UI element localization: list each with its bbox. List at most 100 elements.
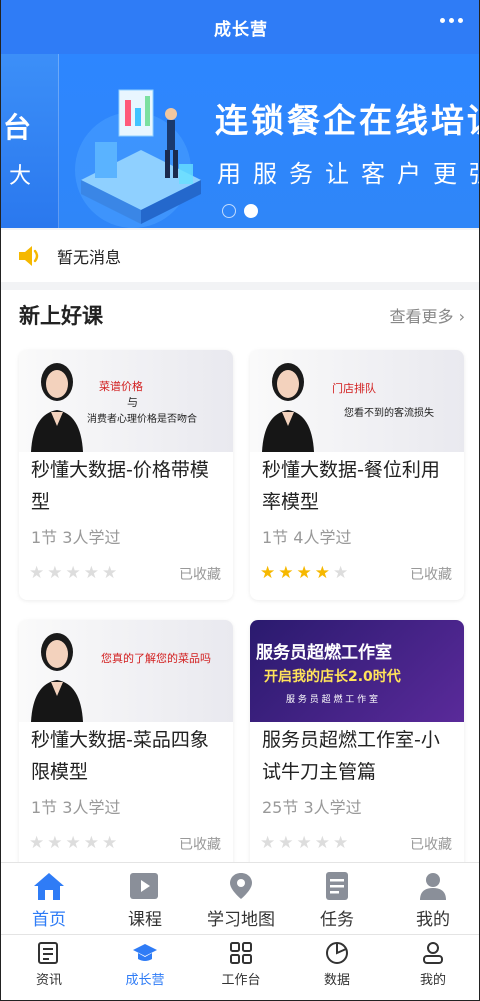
thumbnail-caption: 开启我的店长2.0时代 [264,669,401,685]
tab-label: 我的 [416,910,450,930]
star-icon: ★ [333,833,349,853]
tab-label: 任务 [320,910,354,930]
news-icon [38,942,58,964]
tab-label: 首页 [32,910,66,930]
more-dot-icon [440,18,445,23]
carousel-dot[interactable] [222,204,236,218]
rating-stars: ★ ★ ★ ★ ★ [29,564,117,582]
previous-slide-text: 大 [9,164,32,189]
primary-tab-bar: 首页 课程 学习地图 任务 我的 [1,862,479,934]
favorited-label[interactable]: 已收藏 [410,564,452,584]
course-card[interactable]: 菜谱价格 与 消费者心理价格是否吻合 秒懂大数据-价格带模型 1节 3人学过 ★… [19,350,233,600]
new-courses-section: 新上好课 查看更多 › 菜谱价格 与 消费者心理价格是否吻合 秒懂大数据-价格带… [1,290,479,870]
carousel-dot-active[interactable] [244,204,258,218]
user-icon [420,873,446,900]
thumbnail-caption: 服务员超燃工作室 [256,643,392,663]
tab-label: 我的 [419,973,446,988]
star-icon: ★ [333,563,349,583]
map-pin-icon [230,873,252,899]
course-meta: 1节 3人学过 [31,798,121,817]
banner-subline: 用服务让客户更强 [217,160,480,188]
star-icon: ★ [83,833,99,853]
favorited-label[interactable]: 已收藏 [179,564,221,584]
document-icon [326,872,348,900]
tab-label: 数据 [323,973,350,988]
star-icon: ★ [296,563,312,583]
course-card[interactable]: 服务员超燃工作室 开启我的店长2.0时代 服 务 员 超 燃 工 作 室 服务员… [250,620,464,870]
notice-bar[interactable]: 暂无消息 [1,230,479,282]
thumbnail-caption: 服 务 员 超 燃 工 作 室 [286,695,379,705]
more-options-button[interactable] [440,18,463,23]
star-icon: ★ [314,563,330,583]
course-meta: 1节 3人学过 [31,528,121,547]
tab-home[interactable]: 首页 [1,863,97,934]
course-title: 秒懂大数据-菜品四象限模型 [31,729,209,783]
tab-label: 学习地图 [207,910,275,930]
section-title: 新上好课 [19,304,103,328]
user-outline-icon [423,942,443,964]
star-icon: ★ [65,833,81,853]
previous-slide-text: 台 [3,111,32,144]
office-illustration-icon [75,89,201,228]
course-thumbnail: 门店排队 您看不到的客流损失 [250,350,464,452]
star-icon: ★ [260,563,276,583]
view-more-link[interactable]: 查看更多 › [389,303,465,327]
tab-courses[interactable]: 课程 [97,863,193,934]
view-more-label: 查看更多 [389,307,454,326]
instructor-avatar [31,363,83,452]
thumbnail-caption: 消费者心理价格是否吻合 [87,414,197,425]
tab-mine[interactable]: 我的 [385,863,479,934]
tab-learning-map[interactable]: 学习地图 [193,863,289,934]
star-icon: ★ [314,833,330,853]
tab-growth-camp[interactable]: 成长营 [97,935,193,1000]
instructor-avatar [262,363,314,452]
course-card[interactable]: 门店排队 您看不到的客流损失 秒懂大数据-餐位利用率模型 1节 4人学过 ★ ★ ★… [250,350,464,600]
star-icon: ★ [278,563,294,583]
pie-chart-icon [326,942,348,964]
play-icon [130,873,158,899]
previous-slide-edge: 台 大 [1,54,59,228]
graduation-cap-icon [133,944,157,961]
thumbnail-caption: 菜谱价格 [99,380,143,393]
star-icon: ★ [47,563,63,583]
star-icon: ★ [102,563,118,583]
course-thumbnail: 服务员超燃工作室 开启我的店长2.0时代 服 务 员 超 燃 工 作 室 [250,620,464,722]
star-icon: ★ [47,833,63,853]
course-title: 服务员超燃工作室-小试牛刀主管篇 [262,729,440,783]
thumbnail-caption: 与 [127,396,138,409]
tab-label: 课程 [128,910,162,930]
tab-tasks[interactable]: 任务 [289,863,385,934]
course-thumbnail: 您真的了解您的菜品吗 [19,620,233,722]
tab-label: 资讯 [35,973,62,988]
app-screen: 成长营 台 大 连锁餐企在线培训平 用服务让客户更强 [0,0,480,1001]
thumbnail-caption: 门店排队 [332,382,376,395]
thumbnail-caption: 您看不到的客流损失 [344,408,434,419]
carousel-indicator [222,204,258,218]
promo-banner[interactable]: 台 大 连锁餐企在线培训平 用服务让客户更强 [1,54,480,228]
chevron-right-icon: › [458,307,465,326]
favorited-label[interactable]: 已收藏 [179,834,221,854]
tab-workbench[interactable]: 工作台 [193,935,289,1000]
course-thumbnail: 菜谱价格 与 消费者心理价格是否吻合 [19,350,233,452]
star-icon: ★ [296,833,312,853]
more-dot-icon [458,18,463,23]
star-icon: ★ [102,833,118,853]
course-card[interactable]: 您真的了解您的菜品吗 秒懂大数据-菜品四象限模型 1节 3人学过 ★ ★ ★ ★ ★ 已… [19,620,233,870]
tab-label: 成长营 [125,973,165,988]
grid-icon [230,942,252,964]
tab-news[interactable]: 资讯 [1,935,97,1000]
course-title: 秒懂大数据-价格带模型 [31,459,209,513]
course-title: 秒懂大数据-餐位利用率模型 [262,459,440,513]
tab-mine-secondary[interactable]: 我的 [385,935,479,1000]
more-dot-icon [449,18,454,23]
banner-headline: 连锁餐企在线培训平 [215,101,479,140]
instructor-avatar [31,633,83,722]
star-icon: ★ [29,833,45,853]
star-icon: ★ [65,563,81,583]
star-icon: ★ [278,833,294,853]
rating-stars: ★ ★ ★ ★ ★ [260,834,348,852]
tab-data[interactable]: 数据 [289,935,385,1000]
star-icon: ★ [260,833,276,853]
rating-stars: ★ ★ ★ ★ ★ [29,834,117,852]
favorited-label[interactable]: 已收藏 [410,834,452,854]
